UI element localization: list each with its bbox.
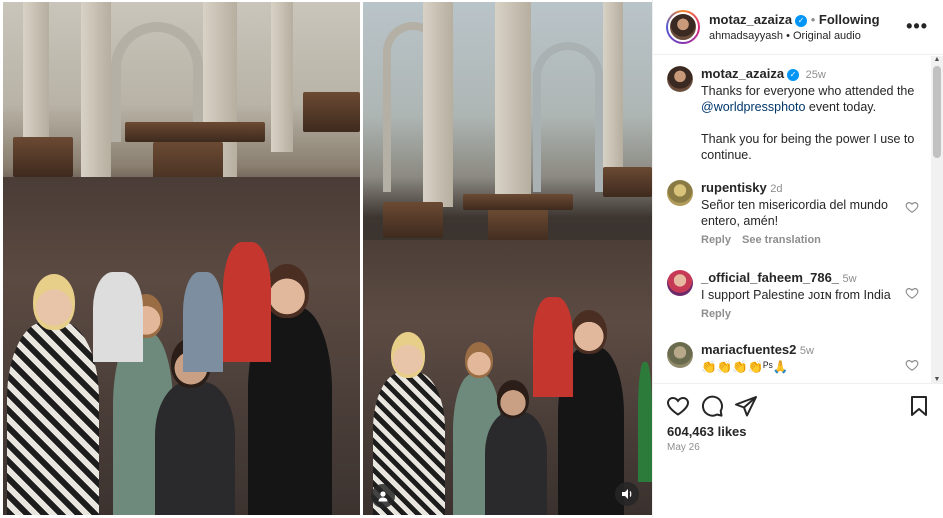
- comment-text: _official_faheem_786_ 5w I support Pales…: [701, 270, 916, 303]
- scroll-up-arrow-icon[interactable]: ▲: [931, 56, 943, 63]
- comment-meta: Reply See translation: [701, 234, 821, 246]
- post-actions: 604,463 likes May 26: [653, 383, 943, 518]
- comment-body: 👏👏👏👏ᴾˢ🙏: [701, 360, 789, 374]
- post-sidebar: motaz_azaiza ✓ • Following ahmadsayyash •…: [652, 0, 943, 518]
- post-date[interactable]: May 26: [667, 442, 700, 453]
- post-media[interactable]: [0, 0, 652, 518]
- worldpressphoto-mention[interactable]: @worldpressphoto: [701, 100, 805, 114]
- person-keffiyeh: [7, 322, 99, 515]
- scrollbar-thumb[interactable]: [933, 66, 941, 158]
- speaker-icon: [621, 489, 631, 499]
- commenter-avatar[interactable]: [667, 180, 693, 206]
- pulpit: [463, 194, 573, 210]
- scroll-down-arrow-icon[interactable]: ▼: [931, 376, 943, 383]
- comment-age: 5w: [799, 345, 814, 357]
- wooden-booth: [383, 202, 443, 238]
- caption-line2: event today.: [805, 100, 877, 114]
- comment-item: rupentisky 2d Señor ten misericordia del…: [667, 178, 931, 258]
- audio-separator: •: [786, 30, 790, 42]
- comment-bubble-icon[interactable]: [700, 394, 724, 418]
- person-head: [265, 264, 309, 318]
- person-head: [33, 274, 75, 330]
- reply-button[interactable]: Reply: [701, 234, 731, 246]
- person-head: [391, 332, 425, 378]
- share-paper-plane-icon[interactable]: [734, 394, 758, 418]
- church-arch: [533, 42, 603, 192]
- comment-username[interactable]: _official_faheem_786_: [701, 270, 839, 285]
- comment-body: I support Palestine ᴊᴏɪɴ from India: [701, 288, 891, 302]
- caption-username[interactable]: motaz_azaiza: [701, 66, 784, 81]
- verified-icon: ✓: [787, 68, 800, 81]
- caption-age: 25w: [805, 69, 826, 81]
- author-line: motaz_azaiza ✓ • Following: [709, 12, 880, 27]
- header-separator: •: [810, 12, 816, 27]
- caption: motaz_azaiza ✓ 25w Thanks for everyone wh…: [667, 66, 931, 176]
- wooden-booth: [303, 92, 360, 132]
- audio-line: ahmadsayyash • Original audio: [709, 30, 861, 42]
- palestine-flag: [638, 362, 652, 482]
- following-button[interactable]: Following: [819, 12, 880, 27]
- comment-age: 5w: [842, 273, 857, 285]
- comments-scrollbar[interactable]: ▲ ▼: [931, 56, 943, 383]
- person-head: [465, 342, 493, 378]
- person: [155, 382, 235, 515]
- tagged-users-button[interactable]: [371, 484, 395, 508]
- commenter-avatar[interactable]: [667, 270, 693, 296]
- church-pillar: [495, 2, 531, 202]
- person: [223, 242, 271, 362]
- more-horizontal-icon: •••: [906, 16, 928, 36]
- wooden-booth: [13, 137, 73, 177]
- church-pillar: [423, 2, 453, 207]
- post-header: motaz_azaiza ✓ • Following ahmadsayyash •…: [653, 0, 943, 55]
- heart-outline-icon[interactable]: [905, 286, 919, 300]
- likes-count[interactable]: 604,463 likes: [667, 424, 747, 439]
- media-frame-left[interactable]: [3, 2, 360, 515]
- mute-button[interactable]: [615, 482, 639, 506]
- like-heart-icon[interactable]: [666, 394, 690, 418]
- person-head: [571, 310, 607, 354]
- see-translation-button[interactable]: See translation: [742, 234, 821, 246]
- pulpit: [125, 122, 265, 142]
- caption-para2: Thank you for being the power I use to c…: [701, 132, 915, 162]
- author-username[interactable]: motaz_azaiza: [709, 12, 792, 27]
- reply-button[interactable]: Reply: [701, 308, 731, 320]
- commenter-avatar[interactable]: [667, 342, 693, 368]
- person-icon: [378, 491, 388, 502]
- person: [533, 297, 573, 397]
- comment-item: mariacfuentes2 5w 👏👏👏👏ᴾˢ🙏: [667, 340, 931, 383]
- comment-meta: Reply: [701, 308, 731, 320]
- person-head: [497, 380, 529, 418]
- church-pillar: [603, 2, 623, 172]
- media-frame-right[interactable]: [363, 2, 652, 515]
- comment-username[interactable]: mariacfuentes2: [701, 342, 796, 357]
- more-options-button[interactable]: •••: [906, 16, 928, 37]
- pulpit-base: [488, 210, 548, 244]
- person: [93, 272, 143, 362]
- person: [485, 412, 547, 515]
- heart-outline-icon[interactable]: [905, 358, 919, 372]
- caption-line1: Thanks for everyone who attended the: [701, 84, 915, 98]
- save-bookmark-icon[interactable]: [907, 394, 931, 418]
- caption-text: motaz_azaiza ✓ 25w Thanks for everyone wh…: [701, 66, 916, 163]
- audio-label-link[interactable]: Original audio: [793, 30, 861, 42]
- church-pillar: [271, 2, 293, 152]
- comment-username[interactable]: rupentisky: [701, 180, 767, 195]
- wooden-booth: [603, 167, 652, 197]
- audio-owner-link[interactable]: ahmadsayyash: [709, 30, 783, 42]
- caption-author-avatar[interactable]: [667, 66, 693, 92]
- comments-scroll-area[interactable]: motaz_azaiza ✓ 25w Thanks for everyone wh…: [653, 56, 931, 383]
- verified-icon: ✓: [795, 14, 808, 27]
- comment-text: mariacfuentes2 5w 👏👏👏👏ᴾˢ🙏: [701, 342, 916, 375]
- author-avatar[interactable]: [666, 10, 700, 44]
- comment-body: Señor ten misericordia del mundo entero,…: [701, 198, 888, 228]
- heart-outline-icon[interactable]: [905, 200, 919, 214]
- comment-text: rupentisky 2d Señor ten misericordia del…: [701, 180, 916, 229]
- person: [183, 272, 223, 372]
- comment-item: _official_faheem_786_ 5w I support Pales…: [667, 268, 931, 338]
- comment-age: 2d: [770, 183, 783, 195]
